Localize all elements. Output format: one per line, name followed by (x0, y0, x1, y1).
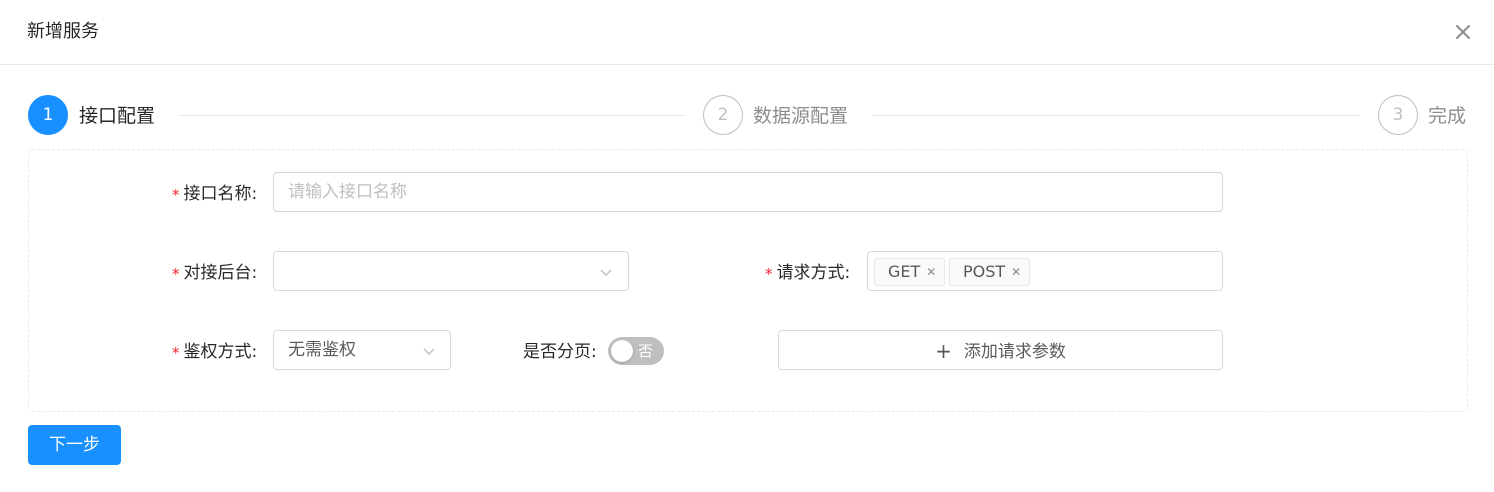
step-1-icon: 1 (28, 95, 68, 135)
close-button[interactable] (1450, 19, 1476, 45)
switch-handle (611, 340, 633, 362)
step-connector (873, 115, 1359, 116)
add-service-modal: 新增服务 1 接口配置 2 数据源配置 3 完成 * 接口名称: 请输入接口名称 … (0, 0, 1494, 492)
interface-name-input[interactable]: 请输入接口名称 (273, 172, 1223, 212)
close-icon[interactable]: ✕ (1011, 265, 1021, 279)
step-connector (178, 115, 684, 116)
chevron-down-icon (423, 348, 435, 355)
tag-post-label: POST (963, 262, 1006, 281)
add-request-param-label: 添加请求参数 (963, 342, 1066, 362)
tag-post: POST ✕ (949, 258, 1031, 286)
switch-text: 否 (638, 342, 654, 360)
tag-get-label: GET (888, 262, 921, 281)
close-icon (1456, 25, 1470, 39)
interface-name-label: * 接口名称: (172, 183, 257, 205)
modal-title: 新增服务 (27, 21, 99, 42)
pagination-label: 是否分页: (523, 342, 597, 362)
tag-get: GET ✕ (874, 258, 946, 286)
step-1-title: 接口配置 (79, 105, 156, 127)
backend-label-text: 对接后台: (183, 263, 258, 283)
auth-method-label: * 鉴权方式: (172, 341, 257, 363)
steps: 1 接口配置 2 数据源配置 3 完成 (0, 95, 1494, 137)
request-method-label: * 请求方式: (765, 262, 850, 284)
request-method-select[interactable]: GET ✕ POST ✕ (867, 251, 1223, 291)
auth-method-select[interactable]: 无需鉴权 (273, 330, 451, 370)
step-3-title: 完成 (1428, 105, 1467, 127)
required-mark: * (172, 344, 180, 362)
add-request-param-button[interactable]: + 添加请求参数 (778, 330, 1223, 370)
auth-method-value: 无需鉴权 (288, 340, 356, 360)
backend-label: * 对接后台: (172, 262, 257, 284)
modal-header: 新增服务 (0, 0, 1494, 65)
interface-name-placeholder: 请输入接口名称 (288, 182, 407, 202)
plus-icon: + (935, 339, 952, 363)
required-mark: * (765, 265, 773, 283)
required-mark: * (172, 186, 180, 204)
auth-method-label-text: 鉴权方式: (183, 342, 258, 362)
request-method-label-text: 请求方式: (776, 263, 851, 283)
pagination-switch[interactable]: 否 (608, 337, 664, 365)
step-2-icon: 2 (703, 95, 743, 135)
required-mark: * (172, 265, 180, 283)
close-icon[interactable]: ✕ (926, 265, 936, 279)
next-step-button[interactable]: 下一步 (28, 425, 121, 465)
chevron-down-icon (600, 269, 612, 276)
backend-select[interactable] (273, 251, 629, 291)
step-2-title: 数据源配置 (753, 105, 849, 127)
interface-name-label-text: 接口名称: (183, 184, 258, 204)
step-3-icon: 3 (1378, 95, 1418, 135)
